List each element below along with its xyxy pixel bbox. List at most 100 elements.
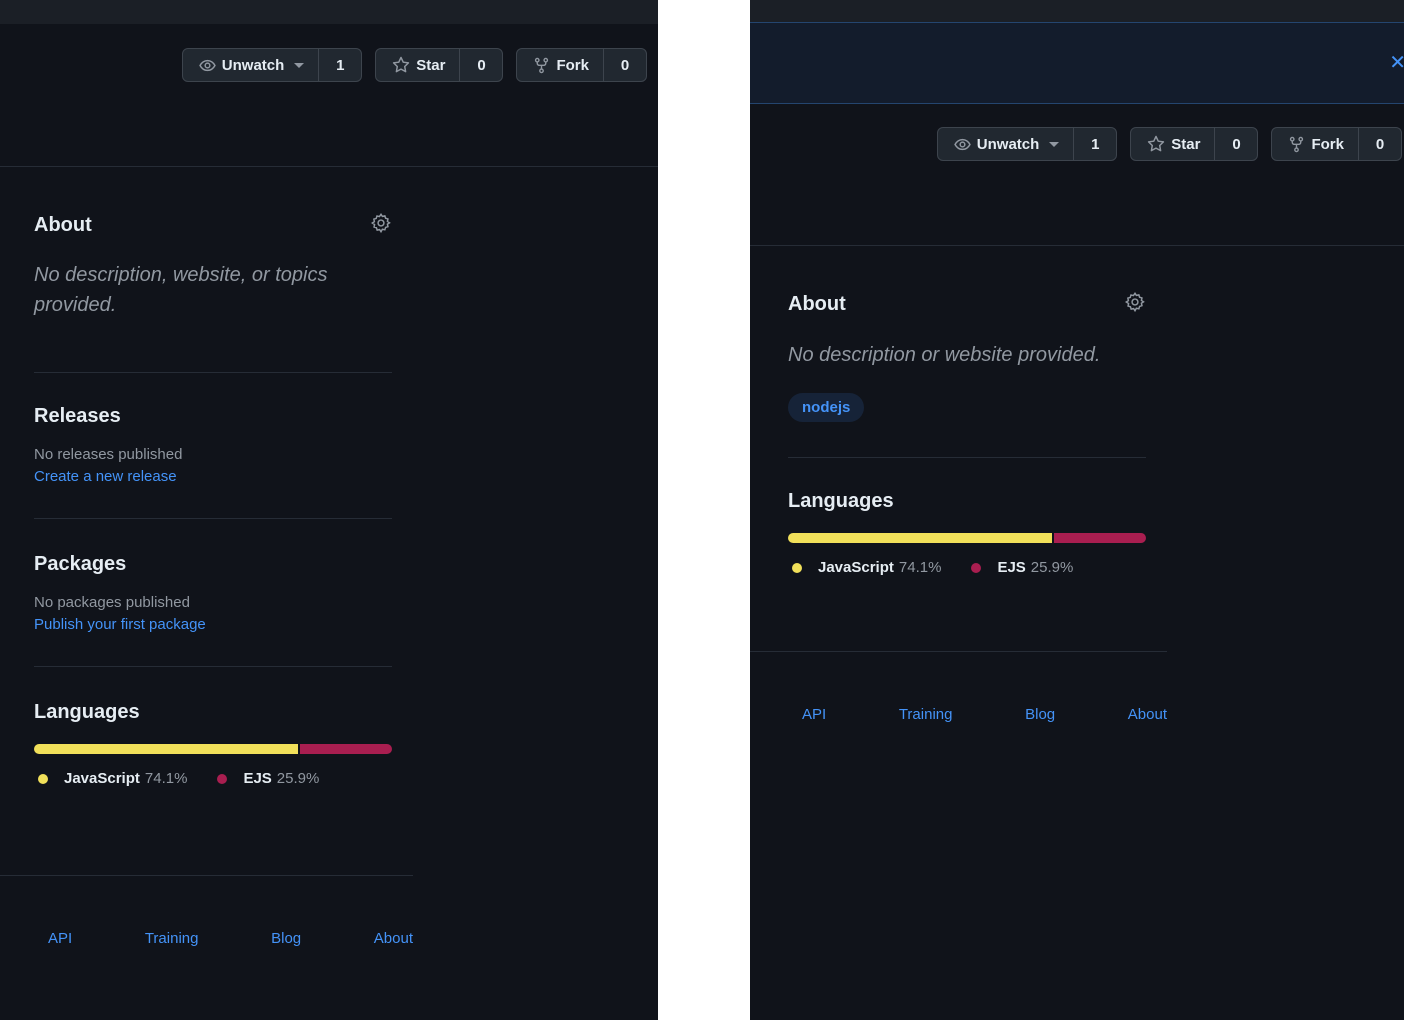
close-icon[interactable]: ✕ xyxy=(1389,53,1404,73)
star-icon xyxy=(392,56,410,74)
javascript-color-dot xyxy=(38,773,48,784)
languages-heading: Languages xyxy=(34,701,140,723)
language-name: EJS xyxy=(243,770,272,787)
star-count[interactable]: 0 xyxy=(459,49,502,81)
header-divider xyxy=(0,166,658,167)
topic-tag-nodejs[interactable]: nodejs xyxy=(788,393,865,422)
unwatch-button[interactable]: Unwatch xyxy=(938,128,1074,160)
fork-button-group: Fork 0 xyxy=(516,48,647,82)
star-label: Star xyxy=(416,56,446,74)
language-bar xyxy=(788,533,1146,543)
footer-link-training[interactable]: Training xyxy=(899,706,953,723)
footer-link-blog[interactable]: Blog xyxy=(1025,706,1055,723)
watch-count[interactable]: 1 xyxy=(318,49,361,81)
star-button-group: Star 0 xyxy=(375,48,504,82)
language-percent: 74.1% xyxy=(144,770,188,787)
unwatch-button[interactable]: Unwatch xyxy=(183,49,319,81)
footer-link-api[interactable]: API xyxy=(802,706,826,723)
top-header-bar xyxy=(750,0,1404,22)
watch-button-group: Unwatch 1 xyxy=(936,127,1118,161)
eye-icon xyxy=(954,136,971,153)
ejs-color-dot xyxy=(217,773,228,784)
language-percent: 25.9% xyxy=(276,770,320,787)
fork-button[interactable]: Fork xyxy=(517,49,603,81)
packages-heading: Packages xyxy=(34,553,127,575)
unwatch-label: Unwatch xyxy=(976,135,1040,153)
repo-forked-icon xyxy=(1288,136,1305,153)
section-divider xyxy=(34,372,392,373)
footer-link-api[interactable]: API xyxy=(48,930,72,947)
fork-count[interactable]: 0 xyxy=(603,49,646,81)
star-icon xyxy=(1147,135,1165,153)
languages-section: Languages JavaScript 74.1% EJS 25.9% xyxy=(788,490,1146,576)
top-header-bar xyxy=(0,0,658,24)
right-screenshot-panel: ✕ Unwatch 1 Star 0 Fork 0 About No descr… xyxy=(750,0,1404,1020)
caret-down-icon xyxy=(294,62,305,68)
fork-label: Fork xyxy=(1311,135,1344,153)
about-heading: About xyxy=(34,213,92,236)
repo-sidebar: About No description or website provided… xyxy=(788,289,1146,576)
about-description: No description, website, or topics provi… xyxy=(34,264,328,316)
language-name: JavaScript xyxy=(818,559,894,576)
releases-heading: Releases xyxy=(34,405,121,427)
releases-section: Releases No releases published Create a … xyxy=(34,405,392,486)
about-section: About No description or website provided… xyxy=(788,289,1146,422)
repo-actions: Unwatch 1 Star 0 Fork 0 xyxy=(181,48,647,82)
footer-divider xyxy=(0,875,413,876)
language-item-javascript[interactable]: JavaScript 74.1% xyxy=(38,770,187,787)
footer-link-about[interactable]: About xyxy=(1128,706,1167,723)
fork-label: Fork xyxy=(556,56,589,74)
section-divider xyxy=(34,518,392,519)
about-description: No description or website provided. xyxy=(788,344,1101,366)
unwatch-label: Unwatch xyxy=(221,56,285,74)
section-divider xyxy=(788,457,1146,458)
publish-package-link[interactable]: Publish your first package xyxy=(34,616,206,633)
header-divider xyxy=(750,245,1404,246)
eye-icon xyxy=(199,57,216,74)
left-screenshot-panel: Unwatch 1 Star 0 Fork 0 About No descrip… xyxy=(0,0,658,1020)
language-percent: 74.1% xyxy=(898,559,942,576)
language-list: JavaScript 74.1% EJS 25.9% xyxy=(34,770,392,787)
repo-sidebar: About No description, website, or topics… xyxy=(34,210,392,787)
language-item-ejs[interactable]: EJS 25.9% xyxy=(217,770,319,787)
star-count[interactable]: 0 xyxy=(1214,128,1257,160)
star-button-group: Star 0 xyxy=(1130,127,1259,161)
create-release-link[interactable]: Create a new release xyxy=(34,468,177,485)
footer-link-about[interactable]: About xyxy=(374,930,413,947)
languages-section: Languages JavaScript 74.1% EJS 25.9% xyxy=(34,701,392,787)
fork-count[interactable]: 0 xyxy=(1358,128,1401,160)
language-percent: 25.9% xyxy=(1030,559,1074,576)
language-item-ejs[interactable]: EJS 25.9% xyxy=(971,559,1073,576)
about-section: About No description, website, or topics… xyxy=(34,210,392,320)
language-bar-ejs xyxy=(299,744,392,754)
packages-status: No packages published xyxy=(34,594,190,611)
languages-heading: Languages xyxy=(788,490,894,512)
releases-status: No releases published xyxy=(34,446,183,463)
section-divider xyxy=(34,666,392,667)
footer-divider xyxy=(750,651,1167,652)
language-bar-ejs xyxy=(1053,533,1146,543)
repo-forked-icon xyxy=(533,57,550,74)
gear-icon[interactable] xyxy=(1124,291,1146,318)
watch-count[interactable]: 1 xyxy=(1073,128,1116,160)
language-list: JavaScript 74.1% EJS 25.9% xyxy=(788,559,1146,576)
star-label: Star xyxy=(1171,135,1201,153)
language-bar-javascript xyxy=(788,533,1052,543)
footer-links: API Training Blog About xyxy=(48,930,413,947)
star-button[interactable]: Star xyxy=(376,49,459,81)
gear-icon[interactable] xyxy=(370,212,392,239)
javascript-color-dot xyxy=(792,562,802,573)
ejs-color-dot xyxy=(971,562,982,573)
star-button[interactable]: Star xyxy=(1131,128,1214,160)
about-heading: About xyxy=(788,292,846,315)
footer-link-training[interactable]: Training xyxy=(145,930,199,947)
language-bar xyxy=(34,744,392,754)
fork-button[interactable]: Fork xyxy=(1272,128,1358,160)
language-item-javascript[interactable]: JavaScript 74.1% xyxy=(792,559,941,576)
packages-section: Packages No packages published Publish y… xyxy=(34,553,392,634)
footer-link-blog[interactable]: Blog xyxy=(271,930,301,947)
language-bar-javascript xyxy=(34,744,298,754)
notification-banner: ✕ xyxy=(750,22,1404,104)
language-name: JavaScript xyxy=(64,770,140,787)
footer-links: API Training Blog About xyxy=(802,706,1167,723)
